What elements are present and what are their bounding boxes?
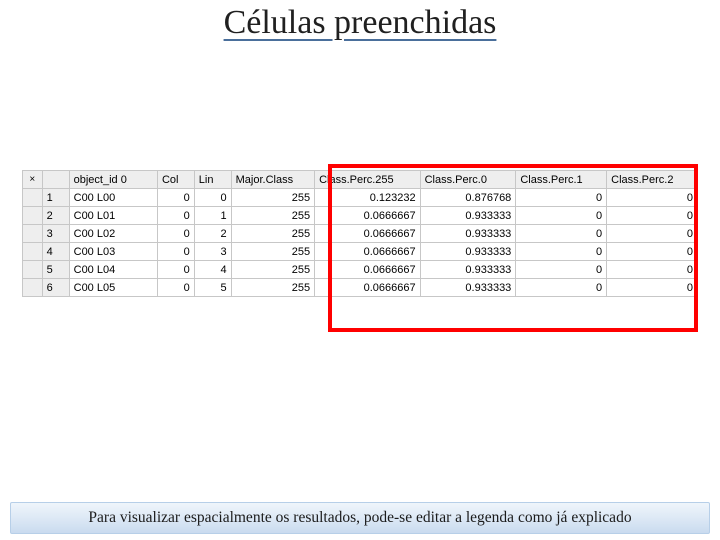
footer-note-bar: Para visualizar espacialmente os resulta… <box>10 502 710 534</box>
cell-lin[interactable]: 4 <box>194 261 231 279</box>
cell-p2[interactable]: 0 <box>607 261 698 279</box>
col-header-class-perc-255[interactable]: Class.Perc.255 <box>315 171 421 189</box>
cell-col[interactable]: 0 <box>157 189 194 207</box>
cell-major-class[interactable]: 255 <box>231 225 314 243</box>
col-header-class-perc-2[interactable]: Class.Perc.2 <box>607 171 698 189</box>
cell-p255[interactable]: 0.0666667 <box>315 207 421 225</box>
cell-p255[interactable]: 0.0666667 <box>315 225 421 243</box>
cell-major-class[interactable]: 255 <box>231 207 314 225</box>
cell-p0[interactable]: 0.876768 <box>420 189 516 207</box>
row-number[interactable]: 1 <box>42 189 69 207</box>
cell-p1[interactable]: 0 <box>516 189 607 207</box>
page-title: Células preenchidas <box>220 4 501 42</box>
cell-p2[interactable]: 0 <box>607 189 698 207</box>
col-header-lin[interactable]: Lin <box>194 171 231 189</box>
row-gutter <box>23 189 43 207</box>
row-number[interactable]: 3 <box>42 225 69 243</box>
cell-object-id[interactable]: C00 L00 <box>69 189 157 207</box>
table-row[interactable]: 3 C00 L02 0 2 255 0.0666667 0.933333 0 0 <box>23 225 698 243</box>
data-grid: × object_id 0 Col Lin Major.Class Class.… <box>22 170 698 297</box>
cell-p0[interactable]: 0.933333 <box>420 261 516 279</box>
rowheader-corner <box>42 171 69 189</box>
title-area: Células preenchidas <box>48 4 672 42</box>
cell-p0[interactable]: 0.933333 <box>420 225 516 243</box>
cell-p2[interactable]: 0 <box>607 279 698 297</box>
cell-object-id[interactable]: C00 L05 <box>69 279 157 297</box>
row-number[interactable]: 4 <box>42 243 69 261</box>
row-gutter <box>23 279 43 297</box>
cell-object-id[interactable]: C00 L01 <box>69 207 157 225</box>
cell-p0[interactable]: 0.933333 <box>420 243 516 261</box>
cell-p1[interactable]: 0 <box>516 225 607 243</box>
close-panel-button[interactable]: × <box>23 171 43 189</box>
cell-col[interactable]: 0 <box>157 225 194 243</box>
cell-major-class[interactable]: 255 <box>231 243 314 261</box>
cell-lin[interactable]: 3 <box>194 243 231 261</box>
row-gutter <box>23 261 43 279</box>
cell-p1[interactable]: 0 <box>516 207 607 225</box>
cell-p2[interactable]: 0 <box>607 225 698 243</box>
cell-object-id[interactable]: C00 L03 <box>69 243 157 261</box>
cell-p255[interactable]: 0.0666667 <box>315 279 421 297</box>
cell-object-id[interactable]: C00 L04 <box>69 261 157 279</box>
cell-major-class[interactable]: 255 <box>231 279 314 297</box>
cell-lin[interactable]: 5 <box>194 279 231 297</box>
row-number[interactable]: 5 <box>42 261 69 279</box>
cell-p2[interactable]: 0 <box>607 243 698 261</box>
row-gutter <box>23 243 43 261</box>
cell-p0[interactable]: 0.933333 <box>420 279 516 297</box>
cell-major-class[interactable]: 255 <box>231 189 314 207</box>
row-gutter <box>23 225 43 243</box>
row-gutter <box>23 207 43 225</box>
table-row[interactable]: 2 C00 L01 0 1 255 0.0666667 0.933333 0 0 <box>23 207 698 225</box>
header-row: × object_id 0 Col Lin Major.Class Class.… <box>23 171 698 189</box>
cell-lin[interactable]: 2 <box>194 225 231 243</box>
footer-note-text: Para visualizar espacialmente os resulta… <box>88 509 631 527</box>
col-header-class-perc-1[interactable]: Class.Perc.1 <box>516 171 607 189</box>
cell-p1[interactable]: 0 <box>516 243 607 261</box>
cell-p1[interactable]: 0 <box>516 261 607 279</box>
cell-col[interactable]: 0 <box>157 279 194 297</box>
col-header-major-class[interactable]: Major.Class <box>231 171 314 189</box>
row-number[interactable]: 2 <box>42 207 69 225</box>
cell-lin[interactable]: 1 <box>194 207 231 225</box>
cell-object-id[interactable]: C00 L02 <box>69 225 157 243</box>
table-row[interactable]: 5 C00 L04 0 4 255 0.0666667 0.933333 0 0 <box>23 261 698 279</box>
row-number[interactable]: 6 <box>42 279 69 297</box>
cell-lin[interactable]: 0 <box>194 189 231 207</box>
cell-p255[interactable]: 0.0666667 <box>315 261 421 279</box>
cell-col[interactable]: 0 <box>157 261 194 279</box>
col-header-object-id[interactable]: object_id 0 <box>69 171 157 189</box>
table-row[interactable]: 6 C00 L05 0 5 255 0.0666667 0.933333 0 0 <box>23 279 698 297</box>
cell-p255[interactable]: 0.123232 <box>315 189 421 207</box>
table-row[interactable]: 4 C00 L03 0 3 255 0.0666667 0.933333 0 0 <box>23 243 698 261</box>
cell-major-class[interactable]: 255 <box>231 261 314 279</box>
data-grid-container: × object_id 0 Col Lin Major.Class Class.… <box>22 170 698 297</box>
col-header-class-perc-0[interactable]: Class.Perc.0 <box>420 171 516 189</box>
cell-col[interactable]: 0 <box>157 207 194 225</box>
col-header-col[interactable]: Col <box>157 171 194 189</box>
table-row[interactable]: 1 C00 L00 0 0 255 0.123232 0.876768 0 0 <box>23 189 698 207</box>
close-icon: × <box>27 175 38 185</box>
cell-p2[interactable]: 0 <box>607 207 698 225</box>
cell-p1[interactable]: 0 <box>516 279 607 297</box>
cell-p255[interactable]: 0.0666667 <box>315 243 421 261</box>
cell-col[interactable]: 0 <box>157 243 194 261</box>
cell-p0[interactable]: 0.933333 <box>420 207 516 225</box>
